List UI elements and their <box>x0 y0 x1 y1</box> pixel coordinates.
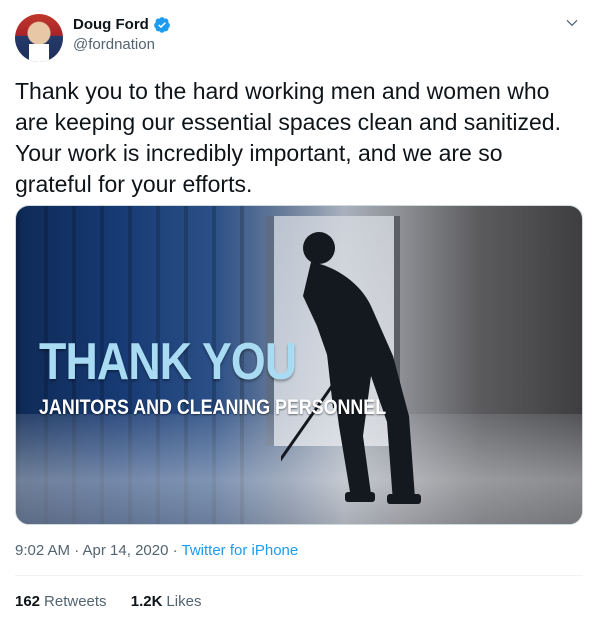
tweet-source-link[interactable]: Twitter for iPhone <box>182 542 299 559</box>
meta-separator: · <box>168 542 182 559</box>
tweet-text: Thank you to the hard working men and wo… <box>15 78 561 197</box>
tweet-media-image[interactable]: THANK YOU JANITORS AND CLEANING PERSONNE… <box>15 205 583 525</box>
retweets-stat[interactable]: 162 Retweets <box>15 592 107 612</box>
author-display-name-text: Doug Ford <box>73 16 149 33</box>
media-headline: THANK YOU <box>39 333 297 391</box>
tweet-meta: 9:02 AM · Apr 14, 2020 · Twitter for iPh… <box>15 541 298 561</box>
likes-label: Likes <box>166 593 202 610</box>
likes-count: 1.2K <box>130 593 163 610</box>
likes-stat[interactable]: 1.2K Likes <box>131 592 202 612</box>
janitor-silhouette <box>281 232 421 504</box>
author-display-name[interactable]: Doug Ford <box>73 15 171 35</box>
tweet-timestamp[interactable]: 9:02 AM · Apr 14, 2020 <box>15 542 168 559</box>
verified-badge-icon <box>153 17 170 33</box>
avatar-shirt <box>29 44 49 62</box>
author-names: Doug Ford @fordnation <box>73 15 171 55</box>
author-handle[interactable]: @fordnation <box>73 35 171 55</box>
avatar[interactable] <box>15 14 63 62</box>
more-options-chevron-down-icon[interactable] <box>561 12 583 34</box>
retweets-count: 162 <box>15 593 41 610</box>
media-subline: JANITORS AND CLEANING PERSONNEL <box>39 396 387 419</box>
tweet-stats: 162 Retweets 1.2K Likes <box>15 592 221 612</box>
divider-top <box>15 575 583 576</box>
tweet-header: Doug Ford @fordnation <box>15 10 583 62</box>
retweets-label: Retweets <box>44 593 107 610</box>
